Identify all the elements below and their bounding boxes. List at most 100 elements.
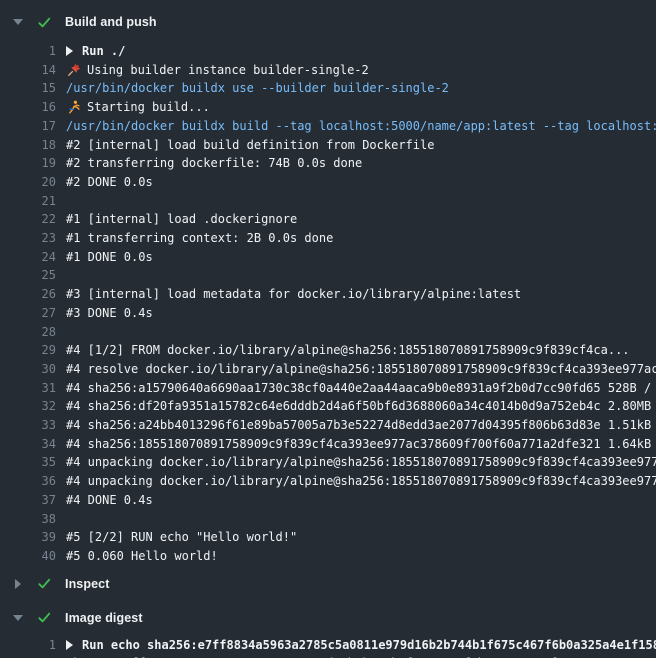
log-line-content: #5 [2/2] RUN echo "Hello world!" [66,528,656,547]
log-line-number[interactable]: 14 [0,61,56,80]
section-title: Image digest [65,611,143,625]
log-line-text: #4 sha256:a24bb4013296f61e89ba57005a7b3e… [66,416,656,435]
log-section-image-digest: Image digest 1 Run echo sha256:e7ff8834a5… [0,604,656,658]
log-line-text: Run echo sha256:e7ff8834a5963a2785c5a081… [82,636,656,655]
log-line-number[interactable]: 4 [0,654,56,658]
log-line-number[interactable]: 20 [0,173,56,192]
log-line-text: #3 [internal] load metadata for docker.i… [66,285,521,304]
log-line-number[interactable]: 31 [0,379,56,398]
log-line: 34 #4 sha256:185518070891758909c9f839cf4c… [0,435,656,454]
log-line: 15/usr/bin/docker buildx use --builder b… [0,79,656,98]
log-line-content [66,266,656,285]
expand-output-icon[interactable] [66,46,73,56]
section-log-lines: 1 Run echo sha256:e7ff8834a5963a2785c5a08… [0,632,656,658]
log-line-text: #4 DONE 0.4s [66,491,153,510]
log-line-number[interactable]: 24 [0,248,56,267]
log-line-number[interactable]: 29 [0,341,56,360]
section-header[interactable]: Inspect [0,570,656,598]
log-line: 32 #4 sha256:df20fa9351a15782c64e6dddb2d4… [0,397,656,416]
log-line-text: #4 sha256:a15790640a6690aa1730c38cf0a440… [66,379,656,398]
log-line-text: #5 [2/2] RUN echo "Hello world!" [66,528,297,547]
chevron-down-icon[interactable] [12,16,24,28]
log-line-number[interactable]: 19 [0,154,56,173]
log-line-text: Run ./ [82,42,125,61]
log-line: 20 #2 DONE 0.0s [0,173,656,192]
log-line-number[interactable]: 1 [0,42,56,61]
log-line: 19 #2 transferring dockerfile: 74B 0.0s d… [0,154,656,173]
log-line-text: #4 unpacking docker.io/library/alpine@sh… [66,453,656,472]
log-line-number[interactable]: 37 [0,491,56,510]
check-success-icon [36,610,52,626]
log-line-text: #2 DONE 0.0s [66,173,153,192]
log-line-text: #4 unpacking docker.io/library/alpine@sh… [66,472,656,491]
log-line-number[interactable]: 22 [0,210,56,229]
pushpin-icon [66,63,81,78]
log-line-content: #5 0.060 Hello world! [66,547,656,566]
check-success-icon [36,14,52,30]
log-line-number[interactable]: 26 [0,285,56,304]
log-line-number[interactable]: 16 [0,98,56,117]
log-line-number[interactable]: 39 [0,528,56,547]
log-line-content: #2 DONE 0.0s [66,173,656,192]
log-line-text: #4 resolve docker.io/library/alpine@sha2… [66,360,656,379]
log-line-text: Using builder instance builder-single-2 [87,61,369,80]
log-line: 35 #4 unpacking docker.io/library/alpine@… [0,453,656,472]
log-line-number[interactable]: 38 [0,510,56,529]
log-line-text: #4 sha256:185518070891758909c9f839cf4ca3… [66,435,656,454]
log-line-number[interactable]: 35 [0,453,56,472]
log-line-text: #2 [internal] load build definition from… [66,136,434,155]
log-line: 4sha256:e7ff8834a5963a2785c5a0811e979d16… [0,654,656,658]
log-line-text: #4 sha256:df20fa9351a15782c64e6dddb2d4a6… [66,397,656,416]
log-line-number[interactable]: 30 [0,360,56,379]
chevron-right-icon[interactable] [12,578,24,590]
log-line: 24#1 DONE 0.0s [0,248,656,267]
log-line-content: #2 [internal] load build definition from… [66,136,656,155]
log-line-number[interactable]: 1 [0,636,56,655]
log-line-number[interactable]: 18 [0,136,56,155]
log-line-text: #5 0.060 Hello world! [66,547,218,566]
log-line-content: /usr/bin/docker buildx use --builder bui… [66,79,656,98]
log-line-content [66,323,656,342]
log-line-content: #4 sha256:185518070891758909c9f839cf4ca3… [66,435,656,454]
section-header[interactable]: Image digest [0,604,656,632]
log-line: 29 #4 [1/2] FROM docker.io/library/alpine… [0,341,656,360]
log-line-number[interactable]: 27 [0,304,56,323]
log-line-content: #4 [1/2] FROM docker.io/library/alpine@s… [66,341,656,360]
log-line-number[interactable]: 21 [0,192,56,211]
log-line: 38 [0,510,656,529]
log-line-number[interactable]: 15 [0,79,56,98]
section-title: Build and push [65,15,157,29]
log-line-number[interactable]: 28 [0,323,56,342]
log-line-number[interactable]: 32 [0,397,56,416]
log-line-number[interactable]: 36 [0,472,56,491]
log-line-number[interactable]: 40 [0,547,56,566]
log-line-content: /usr/bin/docker buildx build --tag local… [66,117,656,136]
log-line-number[interactable]: 33 [0,416,56,435]
log-line: 30 #4 resolve docker.io/library/alpine@sh… [0,360,656,379]
section-header[interactable]: Build and push [0,8,656,36]
log-line-number[interactable]: 25 [0,266,56,285]
section-title: Inspect [65,577,109,591]
log-line-number[interactable]: 17 [0,117,56,136]
log-line: 37 #4 DONE 0.4s [0,491,656,510]
chevron-down-icon[interactable] [12,612,24,624]
expand-output-icon[interactable] [66,640,73,650]
log-line-text: #4 [1/2] FROM docker.io/library/alpine@s… [66,341,630,360]
check-success-icon [36,576,52,592]
log-line-number[interactable]: 23 [0,229,56,248]
log-line-content: #4 sha256:df20fa9351a15782c64e6dddb2d4a6… [66,397,656,416]
log-line-content: #4 unpacking docker.io/library/alpine@sh… [66,472,656,491]
log-line-content [66,510,656,529]
section-log-lines: 1 Run ./ 14 Using builder instance builder-… [0,36,656,570]
log-line-content: #3 DONE 0.4s [66,304,656,323]
log-line: 23#1 transferring context: 2B 0.0s done [0,229,656,248]
log-line-content: #2 transferring dockerfile: 74B 0.0s don… [66,154,656,173]
log-line-text: /usr/bin/docker buildx use --builder bui… [66,79,449,98]
log-line-text: #2 transferring dockerfile: 74B 0.0s don… [66,154,362,173]
log-line: 17/usr/bin/docker buildx build --tag loc… [0,117,656,136]
log-section-inspect: Inspect [0,570,656,598]
log-line-text: Starting build... [87,98,210,117]
log-line: 36 #4 unpacking docker.io/library/alpine@… [0,472,656,491]
log-line-number[interactable]: 34 [0,435,56,454]
log-line-text: #1 [internal] load .dockerignore [66,210,297,229]
